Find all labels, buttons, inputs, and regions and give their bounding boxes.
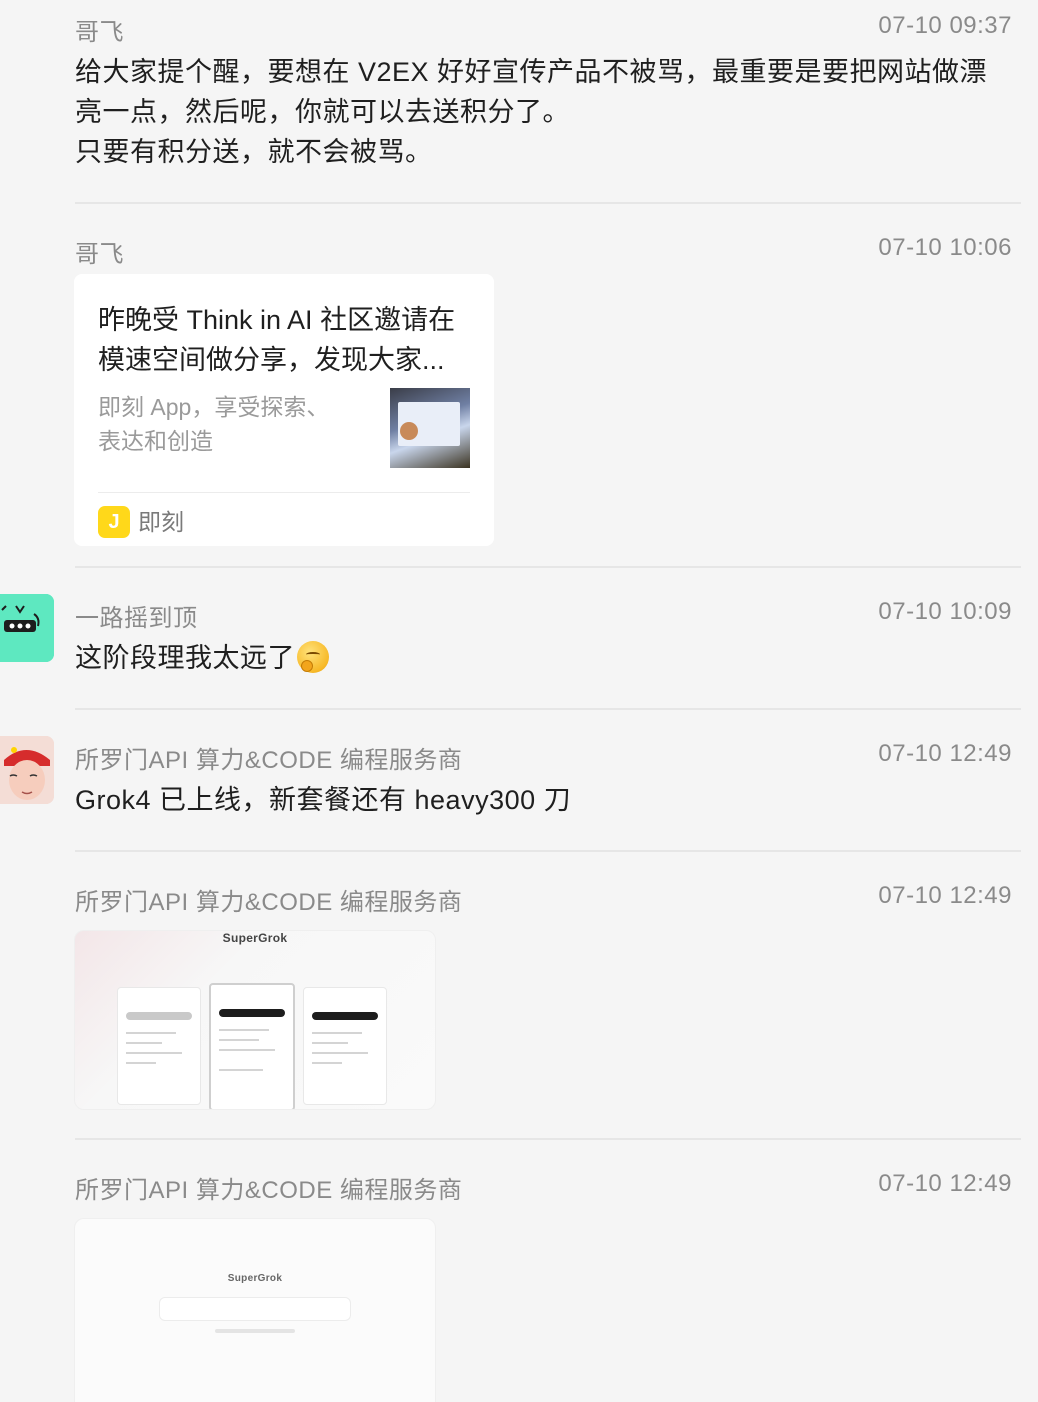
sender-name[interactable]: 所罗门API 算力&CODE 编程服务商 [75,1170,462,1205]
divider [75,850,1021,852]
plan-card [117,987,201,1105]
thinking-face-icon [297,641,329,673]
card-divider [98,492,470,493]
message-time: 07-10 10:09 [878,598,1012,625]
sender-name[interactable]: 哥飞 [75,234,124,269]
divider [75,202,1021,204]
message-text: Grok4 已上线，新套餐还有 heavy300 刀 [75,780,571,820]
text-line: Grok4 已上线，新套餐还有 heavy300 刀 [75,785,572,815]
message-feed: 哥飞 07-10 09:37 给大家提个醒，要想在 V2EX 好好宣传产品不被骂… [0,0,1038,1402]
person-cap-icon [0,736,54,804]
card-title-line: 模速空间做分享，发现大家... [98,345,445,375]
image-attachment[interactable]: SuperGrok [74,930,436,1110]
message-time: 07-10 12:49 [878,740,1012,767]
plan-card [209,983,295,1109]
suggestion-chips [215,1329,295,1333]
sender-name[interactable]: 哥飞 [75,12,124,47]
card-desc-line: 表达和创造 [98,428,213,454]
link-card[interactable]: 昨晚受 Think in AI 社区邀请在 模速空间做分享，发现大家... 即刻… [74,274,494,546]
divider [75,1138,1021,1140]
avatar[interactable] [0,736,54,804]
card-desc-line: 即刻 App，享受探索、 [98,394,330,420]
card-title: 昨晚受 Think in AI 社区邀请在 模速空间做分享，发现大家... [98,300,478,380]
text-line: 给大家提个醒，要想在 V2EX 好好宣传产品不被骂，最重要是要把网站做漂 [75,57,988,87]
sender-name[interactable]: 所罗门API 算力&CODE 编程服务商 [75,740,462,775]
card-thumbnail [390,388,470,468]
avatar[interactable] [0,594,54,662]
search-box [159,1297,351,1321]
message-time: 07-10 12:49 [878,1170,1012,1197]
message-time: 07-10 10:06 [878,234,1012,261]
plan-card [303,987,387,1105]
cartoon-face-icon [0,594,54,662]
card-source: 即刻 [138,509,184,535]
message-time: 07-10 12:49 [878,882,1012,909]
text-line: 只要有积分送，就不会被骂。 [75,137,433,167]
divider [75,566,1021,568]
divider [75,708,1021,710]
text-line: 亮一点，然后呢，你就可以去送积分了。 [75,97,570,127]
text-line: 这阶段理我太远了 [75,643,295,673]
message-text: 这阶段理我太远了 [75,638,329,678]
sender-name[interactable]: 一路摇到顶 [75,598,198,633]
card-title-line: 昨晚受 Think in AI 社区邀请在 [98,305,456,335]
sender-name[interactable]: 所罗门API 算力&CODE 编程服务商 [75,882,462,917]
card-description: 即刻 App，享受探索、 表达和创造 [98,390,358,458]
image-attachment[interactable]: SuperGrok [74,1218,436,1402]
jike-app-icon: J [98,506,130,538]
image-brand: SuperGrok [222,931,288,945]
image-brand: SuperGrok [227,1273,283,1284]
message-time: 07-10 09:37 [878,12,1012,39]
message-text: 给大家提个醒，要想在 V2EX 好好宣传产品不被骂，最重要是要把网站做漂 亮一点… [75,52,987,172]
